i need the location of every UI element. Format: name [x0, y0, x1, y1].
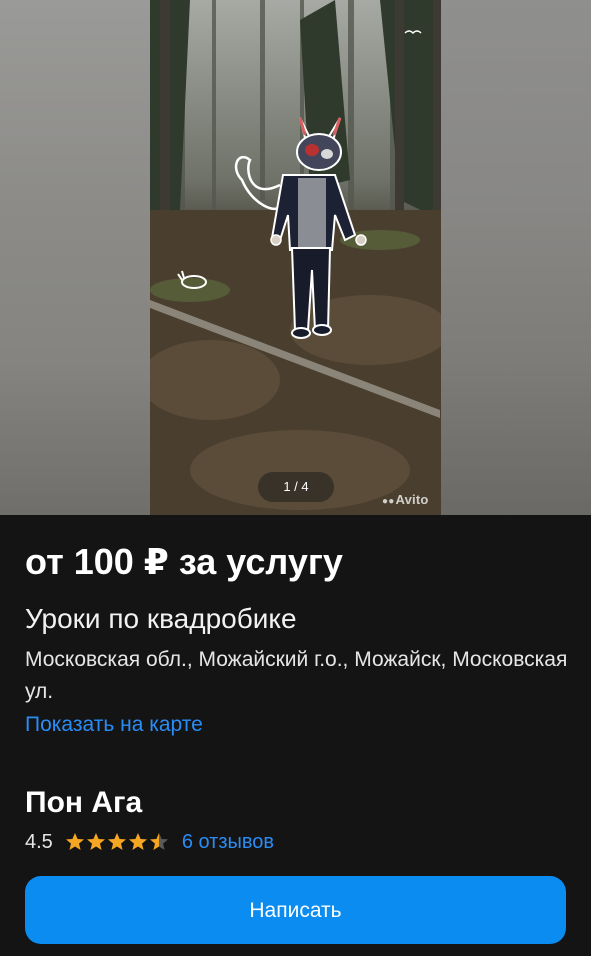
- write-message-button[interactable]: Написать: [25, 876, 566, 944]
- show-on-map-link[interactable]: Показать на карте: [25, 713, 203, 737]
- listing-page: 1 / 4 ●●Avito от 100 ₽ за услугу Уроки п…: [0, 0, 591, 956]
- star-icon: [128, 833, 147, 850]
- watermark-text: Avito: [395, 492, 429, 507]
- listing-address: Московская обл., Можайский г.о., Можайск…: [25, 648, 568, 703]
- avito-watermark: ●●Avito: [382, 492, 429, 507]
- rating-value: 4.5: [25, 830, 53, 853]
- star-icon: [107, 833, 126, 850]
- gallery-blur-left: [0, 0, 150, 515]
- star-icon: [86, 833, 105, 850]
- photo-gallery[interactable]: 1 / 4 ●●Avito: [0, 0, 591, 515]
- star-icon: [65, 833, 84, 850]
- listing-title: Уроки по квадробике: [25, 603, 297, 634]
- reviews-link[interactable]: 6 отзывов: [182, 831, 274, 854]
- seller-rating: 4.5 6 отзывов: [25, 828, 274, 856]
- photo-counter: 1 / 4: [258, 472, 334, 502]
- rating-stars: [65, 832, 170, 852]
- seller-name[interactable]: Пон Ага: [25, 786, 142, 820]
- avito-logo-icon: ●●: [382, 496, 395, 507]
- gallery-blur-right: [441, 0, 591, 515]
- star-icon: [149, 833, 168, 850]
- listing-photo[interactable]: [150, 0, 441, 515]
- listing-price: от 100 ₽ за услугу: [25, 541, 343, 582]
